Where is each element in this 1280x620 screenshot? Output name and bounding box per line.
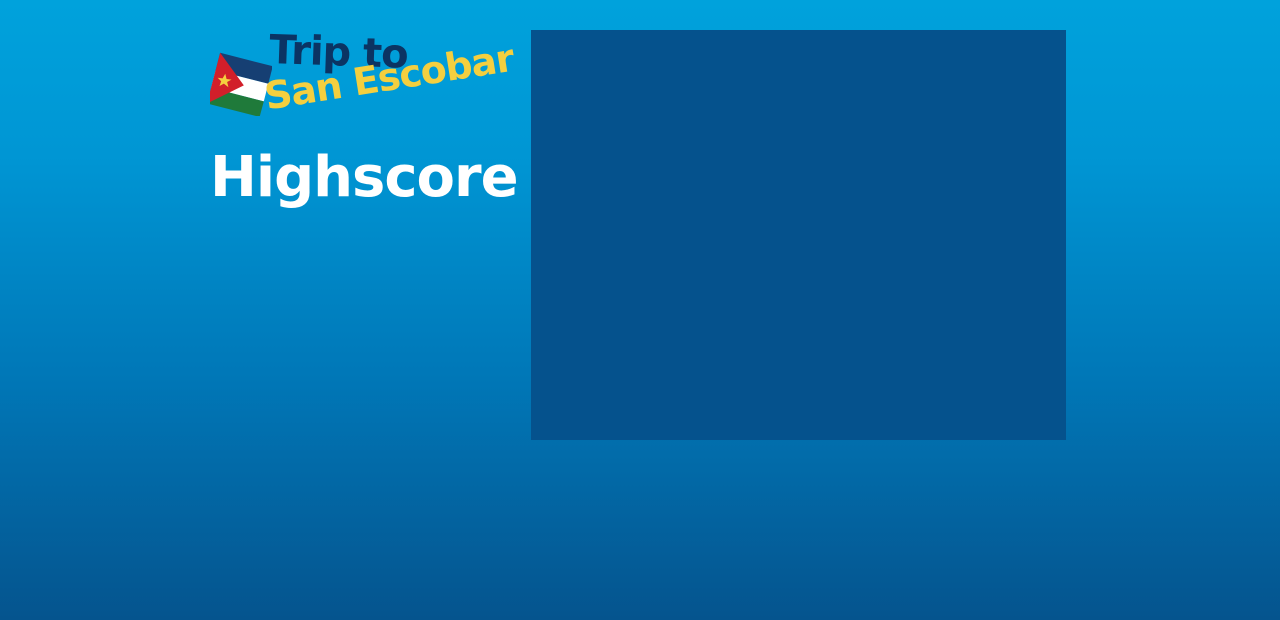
page-title: Highscore [210, 145, 519, 210]
highscore-panel [531, 30, 1066, 440]
game-logo: Trip to San Escobar [208, 27, 516, 136]
